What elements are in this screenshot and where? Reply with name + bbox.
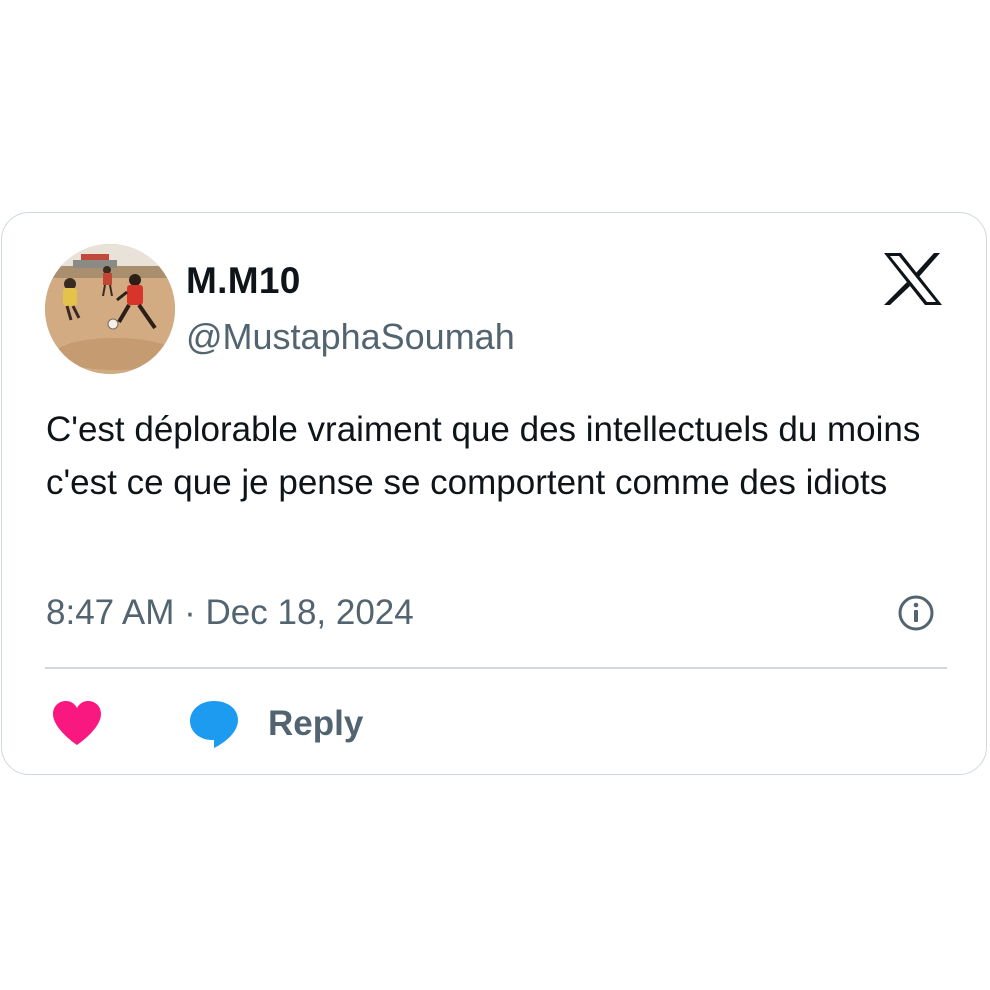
- tweet-text: C'est déplorable vraiment que des intell…: [46, 410, 921, 502]
- user-handle[interactable]: @MustaphaSoumah: [186, 315, 515, 359]
- heart-icon[interactable]: [51, 699, 103, 747]
- reply-label: Reply: [268, 704, 364, 743]
- avatar[interactable]: [45, 244, 175, 374]
- avatar-photo: [45, 244, 175, 374]
- reply-button[interactable]: Reply: [188, 697, 363, 751]
- x-logo-icon[interactable]: [882, 251, 944, 307]
- display-name[interactable]: M.M10: [186, 259, 301, 303]
- tweet-timestamp[interactable]: 8:47 AM · Dec 18, 2024: [46, 591, 414, 635]
- tweet-card[interactable]: M.M10 @MustaphaSoumah C'est déplorable v…: [1, 212, 987, 775]
- info-icon[interactable]: [896, 593, 936, 633]
- speech-bubble-icon: [190, 701, 238, 748]
- divider: [45, 667, 947, 669]
